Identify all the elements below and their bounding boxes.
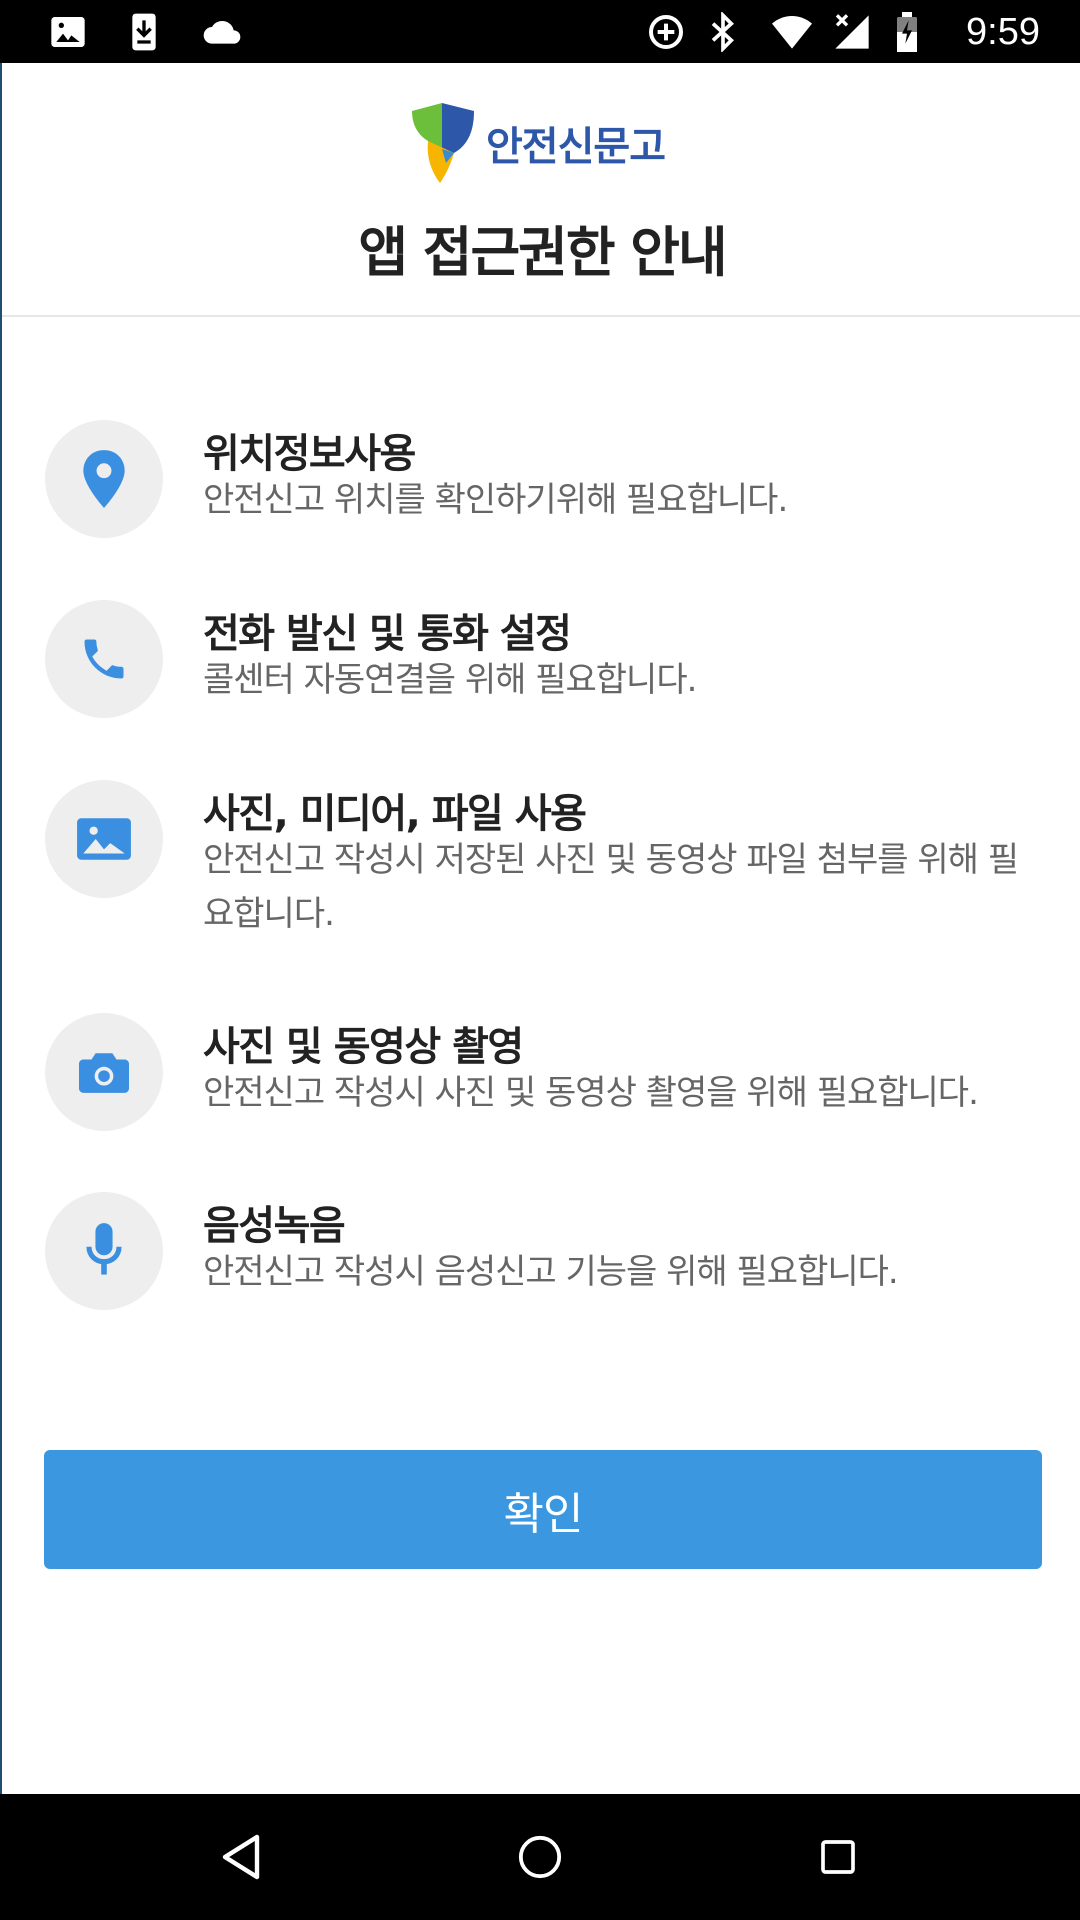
phone-icon xyxy=(45,600,163,718)
permission-title: 위치정보사용 xyxy=(203,431,416,477)
permission-description: 안전신고 위치를 확인하기위해 필요합니다. xyxy=(203,480,788,520)
permission-description: 안전신고 작성시 저장된 사진 및 동영상 파일 첨부를 위해 필요합니다. xyxy=(203,840,1019,934)
header: 안전신문고 앱 접근권한 안내 xyxy=(2,63,1080,317)
back-icon[interactable] xyxy=(208,1824,274,1890)
data-saver-icon xyxy=(646,12,686,52)
permission-title: 음성녹음 xyxy=(203,1203,346,1249)
permission-description: 안전신고 작성시 음성신고 기능을 위해 필요합니다. xyxy=(203,1252,899,1292)
permission-description: 콜센터 자동연결을 위해 필요합니다. xyxy=(203,660,697,700)
bluetooth-icon xyxy=(708,10,748,54)
logo: 안전신문고 xyxy=(408,101,666,185)
permission-title: 전화 발신 및 통화 설정 xyxy=(203,611,572,657)
download-icon xyxy=(124,12,164,52)
permission-title: 사진 및 동영상 촬영 xyxy=(203,1024,524,1070)
wifi-icon xyxy=(770,12,813,52)
permission-title: 사진, 미디어, 파일 사용 xyxy=(203,791,587,837)
recents-icon[interactable] xyxy=(805,1824,871,1890)
status-bar: 9:59 xyxy=(0,0,1080,63)
confirm-button[interactable]: 확인 xyxy=(44,1450,1042,1569)
location-pin-icon xyxy=(45,420,163,538)
cloud-icon xyxy=(200,12,241,52)
home-icon[interactable] xyxy=(507,1824,573,1890)
no-signal-icon xyxy=(832,12,872,52)
permissions-screen: 안전신문고 앱 접근권한 안내 위치정보사용 안전신고 위치를 확인하기위해 필… xyxy=(0,63,1080,1794)
camera-icon xyxy=(45,1013,163,1131)
image-icon xyxy=(45,780,163,898)
logo-text: 안전신문고 xyxy=(486,124,666,170)
shield-logo-icon xyxy=(412,103,474,183)
permission-description: 안전신고 작성시 사진 및 동영상 촬영을 위해 필요합니다. xyxy=(203,1073,979,1113)
status-time: 9:59 xyxy=(966,11,1040,53)
battery-icon xyxy=(894,12,934,52)
navigation-bar xyxy=(0,1794,1080,1920)
microphone-icon xyxy=(45,1192,163,1310)
image-icon xyxy=(48,12,88,52)
page-title: 앱 접근권한 안내 xyxy=(358,221,727,284)
